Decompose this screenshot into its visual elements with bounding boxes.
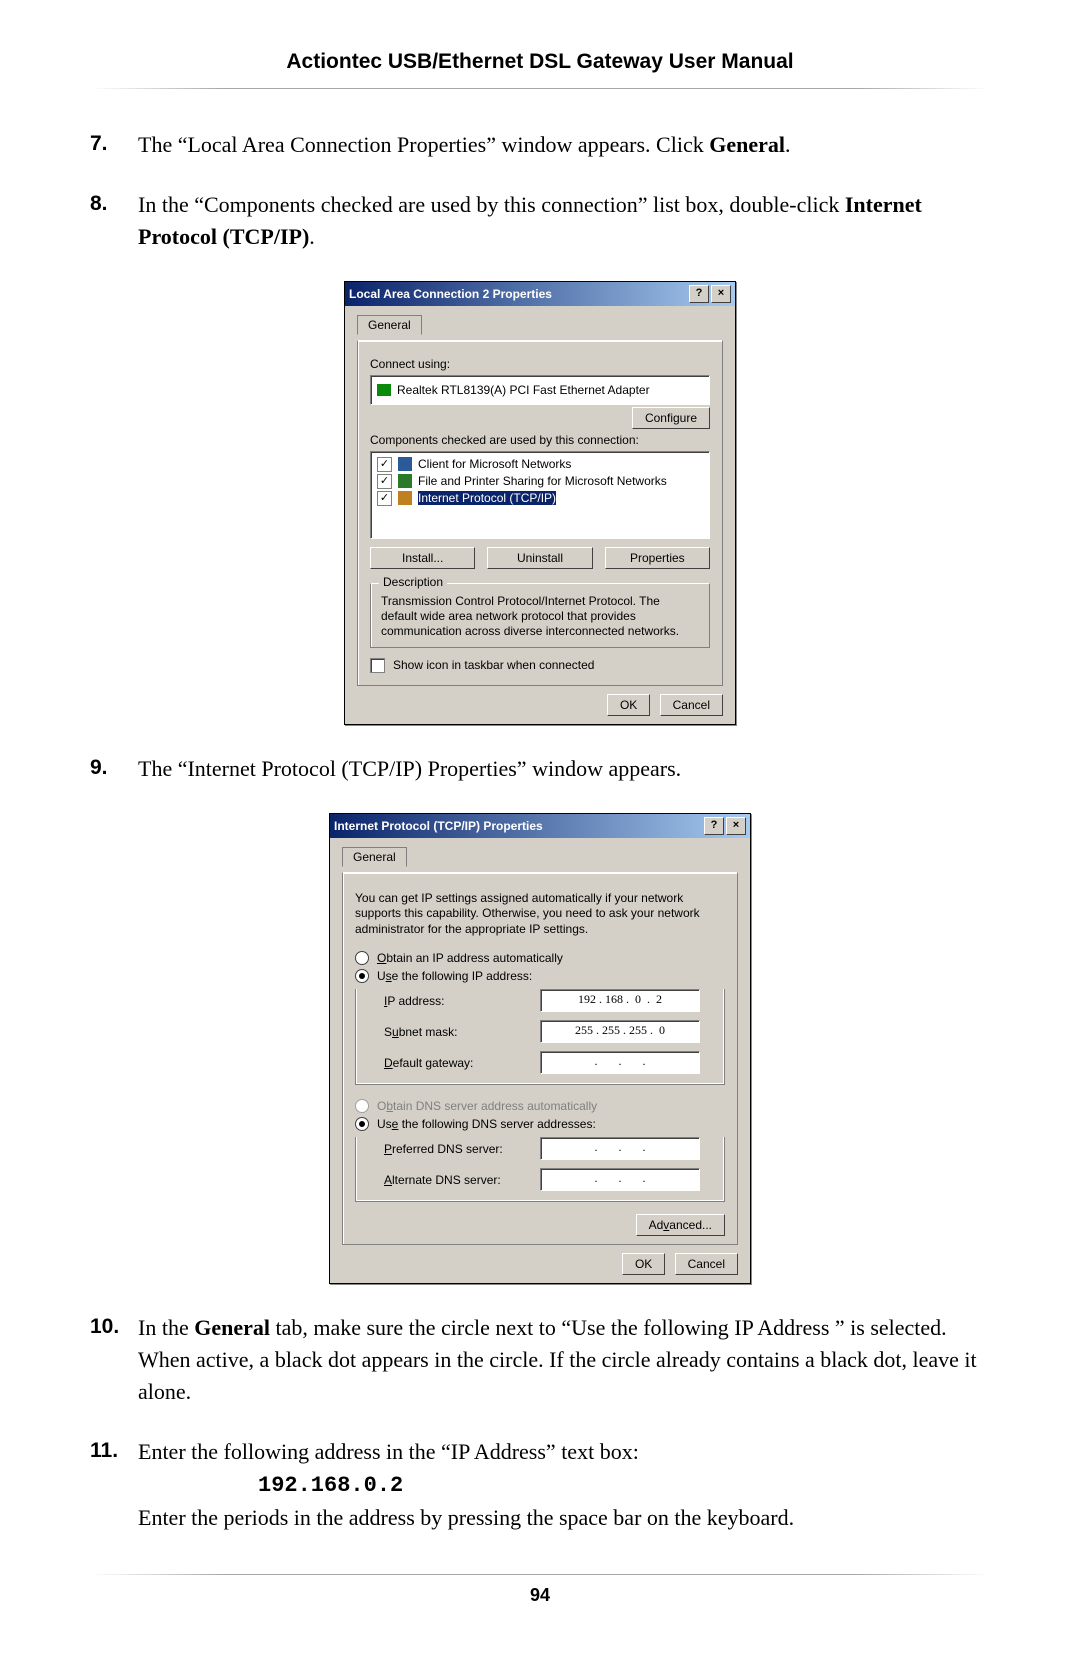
close-button[interactable]: ×	[726, 817, 746, 835]
step-7: 7. The “Local Area Connection Properties…	[90, 129, 990, 161]
step-text: .	[785, 132, 791, 157]
close-button[interactable]: ×	[711, 285, 731, 303]
ip-address-input[interactable]: 192 . 168 . 0 . 2	[540, 989, 700, 1012]
radio-selected-icon[interactable]	[355, 1117, 369, 1131]
tcpip-properties-dialog: Internet Protocol (TCP/IP) Properties ? …	[329, 813, 751, 1285]
components-label: Components checked are used by this conn…	[370, 433, 710, 447]
radio-obtain-ip[interactable]: Obtain an IP address automatically	[355, 951, 725, 965]
preferred-dns-label: Preferred DNS server:	[384, 1142, 524, 1156]
help-button[interactable]: ?	[704, 817, 724, 835]
step-text: Enter the following address in the “IP A…	[138, 1439, 639, 1464]
window-title: Local Area Connection 2 Properties	[349, 287, 687, 301]
step-bold: General	[709, 132, 785, 157]
radio-selected-icon[interactable]	[355, 969, 369, 983]
radio-label: Use the following DNS server addresses:	[377, 1117, 596, 1131]
step-11: 11. Enter the following address in the “…	[90, 1436, 990, 1534]
radio-use-ip[interactable]: Use the following IP address:	[355, 969, 725, 983]
advanced-button[interactable]: Advanced...	[636, 1214, 725, 1236]
checkbox-checked-icon[interactable]: ✓	[377, 457, 392, 472]
preferred-dns-input[interactable]: . . .	[540, 1137, 700, 1160]
show-icon-checkbox-row[interactable]: Show icon in taskbar when connected	[370, 658, 710, 673]
step-number: 8.	[90, 189, 138, 253]
description-text: Transmission Control Protocol/Internet P…	[381, 594, 699, 639]
radio-label: Obtain DNS server address automatically	[377, 1099, 597, 1113]
header-divider	[90, 88, 990, 89]
component-label: File and Printer Sharing for Microsoft N…	[418, 474, 667, 488]
step-8: 8. In the “Components checked are used b…	[90, 189, 990, 253]
radio-label: Use the following IP address:	[377, 969, 532, 983]
checkbox-checked-icon[interactable]: ✓	[377, 474, 392, 489]
page-header-title: Actiontec USB/Ethernet DSL Gateway User …	[90, 50, 990, 74]
show-icon-label: Show icon in taskbar when connected	[393, 658, 594, 672]
connect-using-label: Connect using:	[370, 357, 710, 371]
checkbox-checked-icon[interactable]: ✓	[377, 491, 392, 506]
checkbox-unchecked-icon[interactable]	[370, 658, 385, 673]
step-10: 10. In the General tab, make sure the ci…	[90, 1312, 990, 1408]
component-client[interactable]: ✓ Client for Microsoft Networks	[375, 456, 705, 473]
step-number: 10.	[90, 1312, 138, 1408]
subnet-mask-label: Subnet mask:	[384, 1025, 524, 1039]
properties-button[interactable]: Properties	[605, 547, 710, 569]
radio-obtain-dns: Obtain DNS server address automatically	[355, 1099, 725, 1113]
client-icon	[398, 457, 412, 471]
step-text: In the	[138, 1315, 194, 1340]
radio-unselected-icon[interactable]	[355, 951, 369, 965]
ip-address-label: IP address:	[384, 994, 524, 1008]
uninstall-button[interactable]: Uninstall	[487, 547, 592, 569]
alternate-dns-input[interactable]: . . .	[540, 1168, 700, 1191]
page-number: 94	[90, 1585, 990, 1606]
default-gateway-input[interactable]: . . .	[540, 1051, 700, 1074]
radio-use-dns[interactable]: Use the following DNS server addresses:	[355, 1117, 725, 1131]
tab-general[interactable]: General	[342, 847, 407, 867]
titlebar: Internet Protocol (TCP/IP) Properties ? …	[330, 814, 750, 838]
ok-button[interactable]: OK	[622, 1253, 665, 1275]
adapter-name: Realtek RTL8139(A) PCI Fast Ethernet Ada…	[397, 383, 650, 397]
protocol-icon	[398, 491, 412, 505]
titlebar: Local Area Connection 2 Properties ? ×	[345, 282, 735, 306]
nic-icon	[377, 384, 391, 396]
step-9: 9. The “Internet Protocol (TCP/IP) Prope…	[90, 753, 990, 785]
component-tcpip[interactable]: ✓ Internet Protocol (TCP/IP)	[375, 490, 705, 507]
footer-divider	[90, 1574, 990, 1575]
step-text: The “Local Area Connection Properties” w…	[138, 132, 709, 157]
info-text: You can get IP settings assigned automat…	[355, 891, 725, 938]
step-number: 7.	[90, 129, 138, 161]
ip-fieldset: IP address: 192 . 168 . 0 . 2 Subnet mas…	[355, 989, 725, 1085]
step-bold: General	[194, 1315, 270, 1340]
radio-label: Obtain an IP address automatically	[377, 951, 563, 965]
ip-code: 192.168.0.2	[258, 1470, 403, 1502]
step-number: 9.	[90, 753, 138, 785]
description-groupbox: Description Transmission Control Protoco…	[370, 583, 710, 648]
radio-disabled-icon	[355, 1099, 369, 1113]
lan-properties-dialog: Local Area Connection 2 Properties ? × G…	[344, 281, 736, 725]
ok-button[interactable]: OK	[607, 694, 650, 716]
alternate-dns-label: Alternate DNS server:	[384, 1173, 524, 1187]
step-text: Enter the periods in the address by pres…	[138, 1505, 794, 1530]
component-file-printer-sharing[interactable]: ✓ File and Printer Sharing for Microsoft…	[375, 473, 705, 490]
components-listbox[interactable]: ✓ Client for Microsoft Networks ✓ File a…	[370, 451, 710, 539]
dns-fieldset: Preferred DNS server: . . . Alternate DN…	[355, 1137, 725, 1202]
cancel-button[interactable]: Cancel	[675, 1253, 738, 1275]
window-title: Internet Protocol (TCP/IP) Properties	[334, 819, 702, 833]
step-text: In the “Components checked are used by t…	[138, 192, 845, 217]
default-gateway-label: Default gateway:	[384, 1056, 524, 1070]
configure-button[interactable]: Configure	[632, 407, 710, 429]
description-legend: Description	[379, 575, 447, 589]
share-icon	[398, 474, 412, 488]
install-button[interactable]: Install...	[370, 547, 475, 569]
cancel-button[interactable]: Cancel	[660, 694, 723, 716]
component-label: Client for Microsoft Networks	[418, 457, 571, 471]
step-number: 11.	[90, 1436, 138, 1534]
tab-general[interactable]: General	[357, 315, 422, 335]
step-text: The “Internet Protocol (TCP/IP) Properti…	[138, 756, 681, 781]
help-button[interactable]: ?	[689, 285, 709, 303]
subnet-mask-input[interactable]: 255 . 255 . 255 . 0	[540, 1020, 700, 1043]
adapter-field: Realtek RTL8139(A) PCI Fast Ethernet Ada…	[370, 375, 710, 405]
step-text: .	[309, 224, 315, 249]
component-label: Internet Protocol (TCP/IP)	[418, 491, 556, 505]
